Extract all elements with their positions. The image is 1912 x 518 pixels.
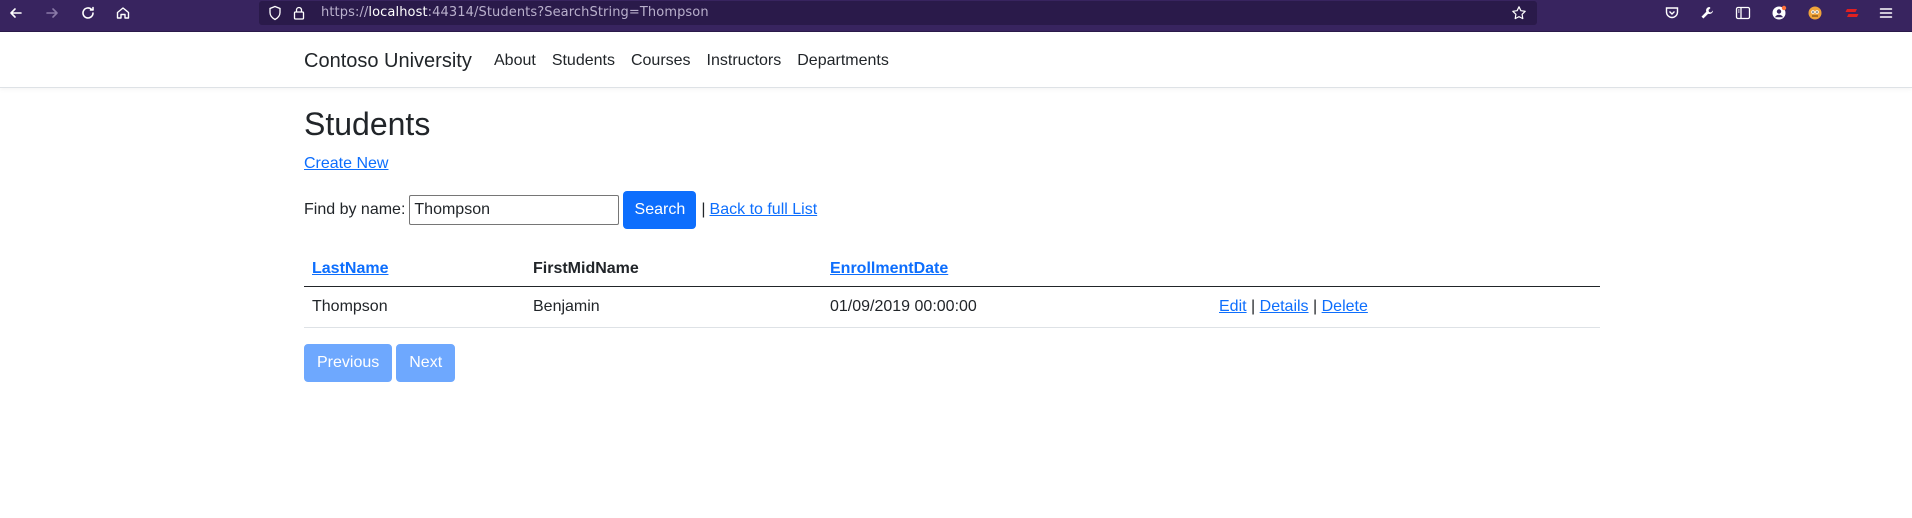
cell-enrollmentdate: 01/09/2019 00:00:00: [822, 286, 1211, 328]
back-arrow-icon[interactable]: [0, 0, 32, 26]
pocket-icon[interactable]: [1662, 3, 1682, 23]
separator: |: [701, 201, 706, 218]
nav-link-departments[interactable]: Departments: [797, 52, 889, 70]
hamburger-menu-icon[interactable]: [1876, 3, 1896, 23]
cell-actions: Edit | Details | Delete: [1211, 286, 1600, 328]
action-separator: |: [1313, 297, 1318, 315]
url-path: :44314/Students?SearchString=Thompson: [427, 5, 709, 20]
students-table: LastName FirstMidName EnrollmentDate Tho…: [304, 250, 1600, 328]
home-icon[interactable]: [107, 0, 139, 26]
details-link[interactable]: Details: [1260, 298, 1309, 315]
page-title: Students: [304, 106, 431, 142]
table-header-row: LastName FirstMidName EnrollmentDate: [304, 250, 1600, 287]
header-actions: [1211, 250, 1600, 287]
nav-link-students[interactable]: Students: [552, 52, 615, 70]
reload-icon[interactable]: [72, 0, 104, 26]
create-new-link[interactable]: Create New: [304, 155, 388, 173]
delete-link[interactable]: Delete: [1322, 298, 1368, 315]
header-enrollmentdate: EnrollmentDate: [822, 250, 1211, 287]
sidebar-icon[interactable]: [1733, 3, 1753, 23]
wrench-icon[interactable]: [1697, 3, 1717, 23]
cell-lastname: Thompson: [304, 286, 525, 328]
account-icon[interactable]: [1769, 3, 1789, 23]
edit-link[interactable]: Edit: [1219, 298, 1247, 315]
browser-toolbar: https://localhost:44314/Students?SearchS…: [0, 0, 1912, 32]
lock-icon[interactable]: [291, 5, 307, 21]
sort-lastname-link[interactable]: LastName: [312, 260, 388, 277]
search-form: Find by name: Search | Back to full List: [304, 191, 817, 229]
nav-link-instructors[interactable]: Instructors: [707, 52, 782, 70]
extension-icon[interactable]: [1805, 3, 1825, 23]
nav-link-courses[interactable]: Courses: [631, 52, 691, 70]
url-scheme: https://: [321, 5, 369, 20]
search-input[interactable]: [409, 195, 620, 225]
pager: Previous Next: [304, 344, 456, 382]
cell-firstmidname: Benjamin: [525, 286, 822, 328]
previous-button[interactable]: Previous: [304, 344, 393, 382]
nav-links: About Students Courses Instructors Depar…: [494, 52, 905, 70]
back-to-full-list-link[interactable]: Back to full List: [710, 201, 818, 219]
next-button[interactable]: Next: [396, 344, 456, 382]
header-firstmidname: FirstMidName: [525, 250, 822, 287]
find-by-name-label: Find by name:: [304, 201, 406, 218]
url-host: localhost: [368, 5, 428, 20]
shield-icon[interactable]: [267, 5, 283, 21]
action-separator: |: [1251, 297, 1256, 315]
forward-arrow-icon[interactable]: [36, 0, 68, 26]
header-lastname: LastName: [304, 250, 525, 287]
sort-enrollmentdate-link[interactable]: EnrollmentDate: [830, 260, 948, 277]
bookmark-star-icon[interactable]: [1511, 5, 1527, 21]
ublock-extension-icon[interactable]: [1842, 3, 1862, 23]
address-bar[interactable]: https://localhost:44314/Students?SearchS…: [259, 1, 1537, 25]
search-button[interactable]: Search: [623, 191, 697, 229]
site-navbar: Contoso University About Students Course…: [0, 32, 1912, 88]
url-text[interactable]: https://localhost:44314/Students?SearchS…: [321, 5, 709, 20]
brand-link[interactable]: Contoso University: [304, 50, 472, 73]
table-row: Thompson Benjamin 01/09/2019 00:00:00 Ed…: [304, 286, 1600, 328]
nav-link-about[interactable]: About: [494, 52, 536, 70]
